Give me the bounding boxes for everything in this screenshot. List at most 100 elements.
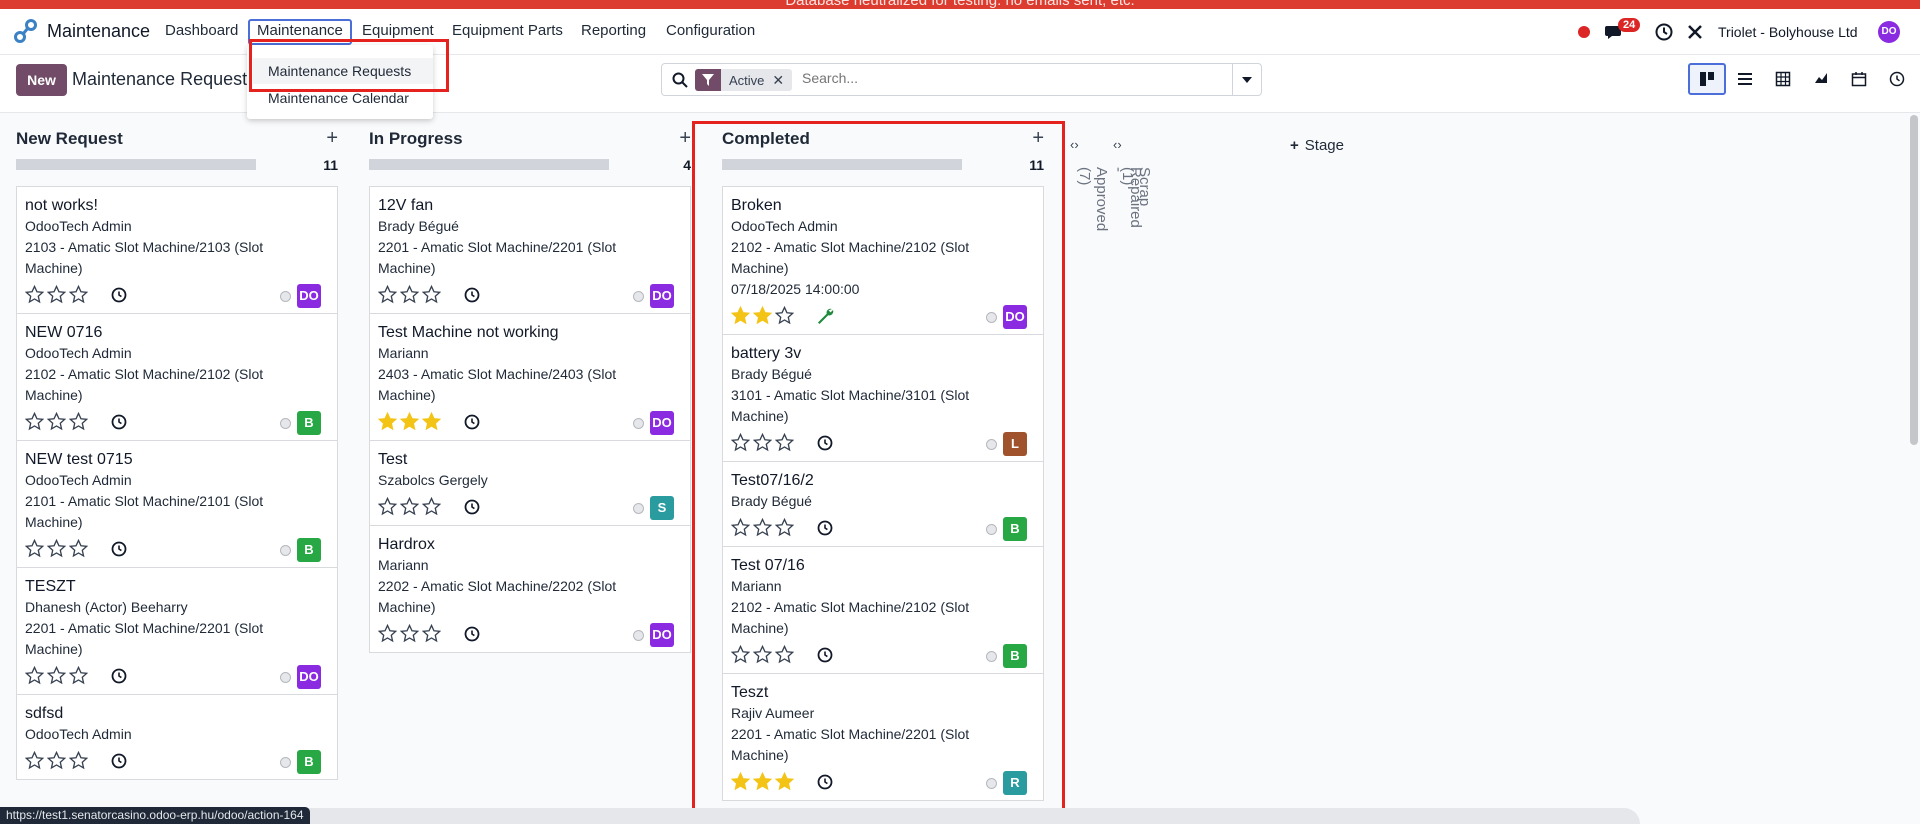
priority-star-icon[interactable]	[753, 518, 772, 537]
assignee-avatar[interactable]: R	[1003, 771, 1027, 795]
priority-star-icon[interactable]	[775, 645, 794, 664]
menu-dashboard[interactable]: Dashboard	[157, 19, 246, 45]
priority-stars[interactable]	[25, 412, 88, 431]
priority-stars[interactable]	[731, 306, 794, 325]
add-stage-button[interactable]: + Stage	[1290, 137, 1344, 154]
activity-clock-icon[interactable]	[111, 414, 127, 430]
activity-clock-icon[interactable]	[111, 541, 127, 557]
priority-star-icon[interactable]	[25, 539, 44, 558]
priority-star-icon[interactable]	[753, 306, 772, 325]
kanban-state-dot[interactable]	[986, 778, 997, 789]
kanban-state-dot[interactable]	[280, 545, 291, 556]
priority-star-icon[interactable]	[25, 285, 44, 304]
kanban-card[interactable]: Test Machine not working Mariann 2403 - Am…	[369, 314, 691, 441]
activity-clock-icon[interactable]	[111, 668, 127, 684]
priority-star-icon[interactable]	[400, 285, 419, 304]
priority-star-icon[interactable]	[422, 285, 441, 304]
kanban-card[interactable]: Teszt Rajiv Aumeer 2201 - Amatic Slot Mach…	[722, 674, 1044, 801]
priority-stars[interactable]	[731, 645, 794, 664]
list-view-button[interactable]	[1726, 63, 1764, 95]
priority-star-icon[interactable]	[753, 433, 772, 452]
kanban-card[interactable]: TESZT Dhanesh (Actor) Beeharry 2201 - Amat…	[16, 568, 338, 695]
kanban-card[interactable]: Test 07/16 Mariann 2102 - Amatic Slot Mach…	[722, 547, 1044, 674]
quick-create-plus-icon[interactable]: +	[679, 127, 691, 150]
column-progress-bar[interactable]	[16, 159, 256, 170]
assignee-avatar[interactable]: B	[297, 750, 321, 774]
priority-star-icon[interactable]	[47, 539, 66, 558]
kanban-state-dot[interactable]	[280, 757, 291, 768]
priority-star-icon[interactable]	[400, 497, 419, 516]
kanban-state-dot[interactable]	[633, 630, 644, 641]
assignee-avatar[interactable]: B	[297, 411, 321, 435]
kanban-card[interactable]: NEW 0716 OdooTech Admin 2102 - Amatic Slot…	[16, 314, 338, 441]
kanban-state-dot[interactable]	[986, 524, 997, 535]
graph-view-button[interactable]	[1802, 63, 1840, 95]
menu-configuration[interactable]: Configuration	[658, 19, 763, 45]
priority-star-icon[interactable]	[69, 666, 88, 685]
priority-stars[interactable]	[25, 285, 88, 304]
company-switcher[interactable]: Triolet - Bolyhouse Ltd	[1718, 9, 1858, 55]
column-progress-bar[interactable]	[369, 159, 609, 170]
activity-clock-icon[interactable]	[817, 647, 833, 663]
assignee-avatar[interactable]: B	[1003, 644, 1027, 668]
priority-star-icon[interactable]	[69, 285, 88, 304]
messages-icon[interactable]: 24	[1604, 9, 1641, 55]
priority-star-icon[interactable]	[731, 306, 750, 325]
priority-stars[interactable]	[25, 539, 88, 558]
priority-star-icon[interactable]	[775, 518, 794, 537]
activity-clock-icon[interactable]	[464, 626, 480, 642]
quick-create-plus-icon[interactable]: +	[326, 127, 338, 150]
search-input[interactable]	[802, 70, 1102, 86]
activity-clock-icon[interactable]	[464, 499, 480, 515]
priority-stars[interactable]	[731, 433, 794, 452]
priority-star-icon[interactable]	[775, 772, 794, 791]
priority-stars[interactable]	[25, 751, 88, 770]
kanban-state-dot[interactable]	[633, 418, 644, 429]
kanban-card[interactable]: battery 3v Brady Bégué 3101 - Amatic Slot …	[722, 335, 1044, 462]
activity-clock-icon[interactable]	[817, 435, 833, 451]
new-button[interactable]: New	[16, 64, 67, 96]
priority-star-icon[interactable]	[731, 433, 750, 452]
priority-star-icon[interactable]	[69, 751, 88, 770]
kanban-card[interactable]: Test07/16/2 Brady Bégué B	[722, 462, 1044, 547]
kanban-card[interactable]: not works! OdooTech Admin 2103 - Amatic Sl…	[16, 186, 338, 314]
pivot-view-button[interactable]	[1764, 63, 1802, 95]
menu-equipment-parts[interactable]: Equipment Parts	[444, 19, 571, 45]
priority-stars[interactable]	[25, 666, 88, 685]
priority-star-icon[interactable]	[47, 285, 66, 304]
user-avatar[interactable]: DO	[1878, 9, 1900, 55]
menu-reporting[interactable]: Reporting	[573, 19, 654, 45]
priority-star-icon[interactable]	[422, 412, 441, 431]
assignee-avatar[interactable]: B	[297, 538, 321, 562]
priority-star-icon[interactable]	[25, 412, 44, 431]
priority-star-icon[interactable]	[400, 624, 419, 643]
priority-star-icon[interactable]	[378, 624, 397, 643]
kanban-state-dot[interactable]	[986, 651, 997, 662]
priority-stars[interactable]	[378, 285, 441, 304]
priority-stars[interactable]	[731, 518, 794, 537]
app-name[interactable]: Maintenance	[47, 21, 150, 42]
priority-stars[interactable]	[731, 772, 794, 791]
assignee-avatar[interactable]: DO	[297, 665, 321, 689]
kanban-state-dot[interactable]	[633, 291, 644, 302]
kanban-card[interactable]: 12V fan Brady Bégué 2201 - Amatic Slot Mac…	[369, 186, 691, 314]
activity-clock-icon[interactable]	[1655, 9, 1673, 55]
assignee-avatar[interactable]: DO	[650, 623, 674, 647]
priority-stars[interactable]	[378, 624, 441, 643]
priority-star-icon[interactable]	[25, 751, 44, 770]
assignee-avatar[interactable]: DO	[1003, 305, 1027, 329]
kanban-card[interactable]: Test Szabolcs Gergely S	[369, 441, 691, 526]
kanban-state-dot[interactable]	[986, 439, 997, 450]
search-bar[interactable]: Active ✕	[661, 63, 1262, 96]
priority-star-icon[interactable]	[753, 645, 772, 664]
priority-star-icon[interactable]	[400, 412, 419, 431]
priority-star-icon[interactable]	[731, 645, 750, 664]
priority-star-icon[interactable]	[775, 433, 794, 452]
menu-maintenance-requests[interactable]: Maintenance Requests	[253, 58, 433, 84]
priority-star-icon[interactable]	[69, 412, 88, 431]
priority-star-icon[interactable]	[47, 751, 66, 770]
activity-clock-icon[interactable]	[464, 287, 480, 303]
priority-star-icon[interactable]	[378, 412, 397, 431]
kanban-state-dot[interactable]	[280, 672, 291, 683]
activity-clock-icon[interactable]	[111, 287, 127, 303]
